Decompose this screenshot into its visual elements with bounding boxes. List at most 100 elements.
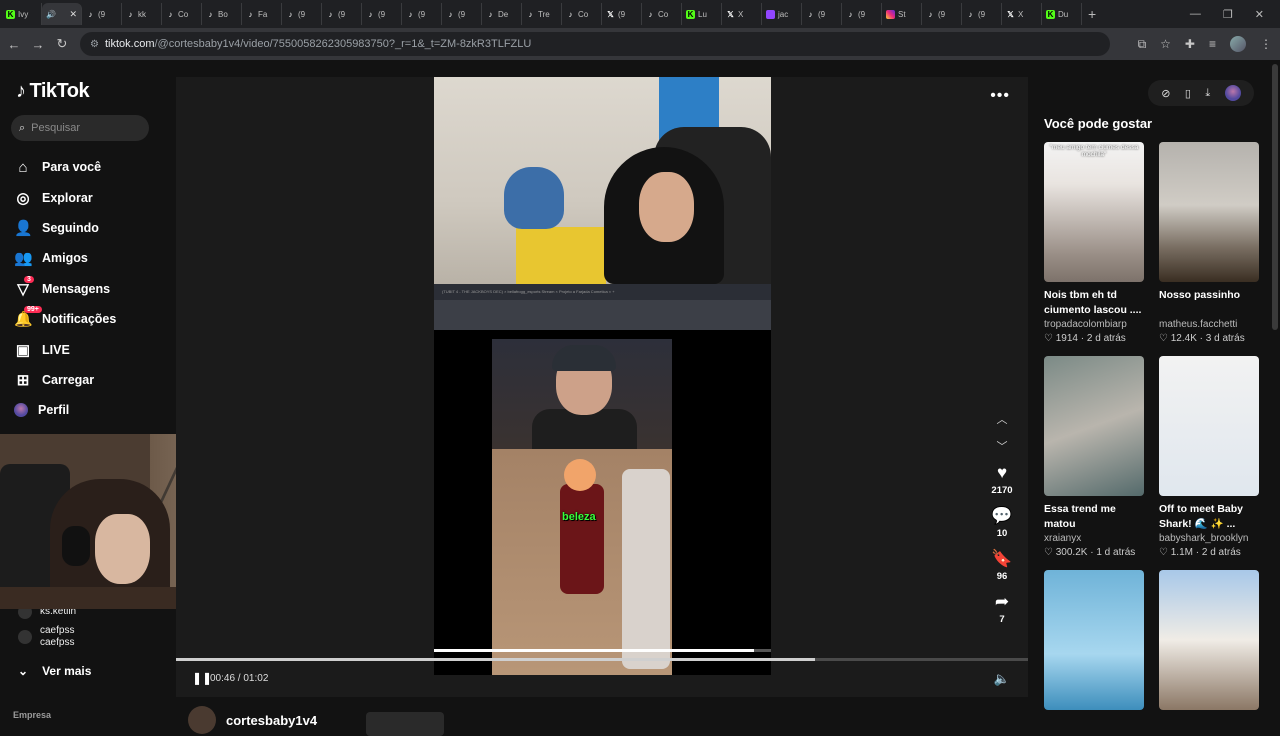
sidebar-item-upload[interactable]: ⊞ Carregar (14, 365, 116, 395)
site-info-icon[interactable]: ⚙ (90, 39, 99, 50)
share-button[interactable]: ➦ 7 (984, 592, 1020, 625)
comment-button[interactable]: 💬 10 (984, 506, 1020, 539)
recommended-video-card[interactable]: Nosso passinho matheus.facchetti ♡ 12.4K ·… (1159, 142, 1259, 344)
video-title[interactable]: Off to meet Baby Shark! 🌊 ✨ ... (1159, 502, 1259, 532)
see-more-button[interactable]: ⌄ Ver mais (18, 664, 91, 678)
video-title[interactable]: Nois tbm eh td ciumento lascou .... (1044, 288, 1144, 318)
install-app-icon[interactable]: ⧉ (1138, 37, 1147, 52)
browser-tab[interactable]: ♪ De (482, 3, 522, 25)
recommended-video-card[interactable]: "meu amigo tem ciúmes dessa mochila" Nois… (1044, 142, 1144, 344)
video-player[interactable]: (TUBIT 4 - THE JACKBOYS DEC) × bellafrog… (176, 77, 1028, 697)
recommended-video-card[interactable]: Off to meet Baby Shark! 🌊 ✨ ... babyshark… (1159, 356, 1259, 558)
coins-icon[interactable]: ⊘ (1161, 87, 1170, 100)
recommended-video-card[interactable]: Essa trend me matou xraianyx ♡ 300.2K · 1 … (1044, 356, 1144, 558)
browser-tab[interactable]: 🔊 ✕ (42, 3, 82, 25)
browser-menu-icon[interactable]: ⋮ (1260, 37, 1272, 51)
sidebar-item-following[interactable]: 👤 Seguindo (14, 213, 116, 243)
maximize-icon[interactable]: ❐ (1223, 8, 1233, 21)
video-author[interactable]: tropadacolombiarp (1044, 319, 1144, 330)
browser-tab[interactable]: ♪ Bo (202, 3, 242, 25)
author-info[interactable]: cortesbaby1v4 (188, 706, 317, 734)
video-thumbnail[interactable] (1159, 142, 1259, 282)
browser-tab[interactable]: St (882, 3, 922, 25)
video-thumbnail[interactable] (1159, 570, 1259, 710)
browser-tab[interactable]: K Lu (682, 3, 722, 25)
sidebar-item-friends[interactable]: 👥 Amigos (14, 243, 116, 273)
browser-tab[interactable]: K Du (1042, 3, 1082, 25)
browser-tab[interactable]: jac (762, 3, 802, 25)
seek-bar[interactable] (176, 658, 1028, 661)
browser-tab[interactable]: 𝕏 (9 (602, 3, 642, 25)
minimize-icon[interactable]: — (1190, 8, 1201, 20)
sidebar-item-compass[interactable]: ◎ Explorar (14, 182, 116, 212)
tiktok-logo[interactable]: ♪ TikTok (16, 80, 90, 103)
search-input[interactable]: ⌕ Pesquisar (11, 115, 149, 141)
sidebar-item-profile[interactable]: Perfil (14, 395, 116, 425)
video-thumbnail[interactable]: "meu amigo tem ciúmes dessa mochila" (1044, 142, 1144, 282)
browser-tab[interactable]: ♪ (9 (322, 3, 362, 25)
browser-tab[interactable]: 𝕏X (1002, 3, 1042, 25)
video-title[interactable]: Essa trend me matou (1044, 502, 1144, 532)
video-thumbnail[interactable] (1044, 356, 1144, 496)
media-controls-icon[interactable]: ≡ (1209, 37, 1216, 51)
extensions-icon[interactable]: ✚ (1185, 37, 1195, 51)
browser-tab[interactable]: ♪ (9 (802, 3, 842, 25)
page-scrollbar[interactable] (1272, 64, 1278, 330)
browser-tab[interactable]: ♪ (9 (282, 3, 322, 25)
browser-tab[interactable]: ♪ (9 (362, 3, 402, 25)
tiktok-favicon-icon: ♪ (848, 9, 853, 19)
video-frame[interactable]: (TUBIT 4 - THE JACKBOYS DEC) × bellafrog… (434, 77, 771, 675)
browser-tab[interactable]: ♪ (9 (962, 3, 1002, 25)
footer-company[interactable]: Empresa (13, 710, 51, 720)
more-options-icon[interactable]: ••• (990, 87, 1010, 105)
bookmark-star-icon[interactable]: ☆ (1160, 37, 1171, 51)
browser-tab[interactable]: ♪ (9 (402, 3, 442, 25)
close-window-icon[interactable]: ✕ (1255, 8, 1264, 21)
like-button[interactable]: ♥ 2170 (984, 463, 1020, 496)
recommended-video-card[interactable] (1044, 570, 1144, 710)
browser-tab[interactable]: ♪ Fa (242, 3, 282, 25)
volume-icon[interactable]: 🔈 (994, 671, 1010, 687)
browser-tab[interactable]: ♪ (9 (82, 3, 122, 25)
video-title[interactable]: Nosso passinho (1159, 288, 1259, 318)
browser-tab[interactable]: ♪ Co (562, 3, 602, 25)
video-author[interactable]: matheus.facchetti (1159, 319, 1259, 330)
back-icon[interactable]: ← (2, 37, 26, 52)
video-author[interactable]: xraianyx (1044, 533, 1144, 544)
browser-tab[interactable]: ♪ (9 (922, 3, 962, 25)
save-button[interactable]: 🔖 96 (984, 549, 1020, 582)
video-author[interactable]: babyshark_brooklyn (1159, 533, 1259, 544)
video-thumbnail[interactable] (1044, 570, 1144, 710)
url-input[interactable]: ⚙ tiktok.com /@cortesbaby1v4/video/75500… (80, 32, 1110, 56)
tiktok-favicon-icon: ♪ (568, 9, 573, 19)
browser-tab[interactable]: ♪ (9 (442, 3, 482, 25)
sidebar-item-notifications[interactable]: 🔔 99+ Notificações (14, 304, 116, 334)
browser-tab[interactable]: ♪ Co (642, 3, 682, 25)
sidebar-item-messages[interactable]: ▽ 3 Mensagens (14, 274, 116, 304)
following-account[interactable]: caefpss caefpss (18, 625, 76, 649)
user-avatar[interactable] (1224, 85, 1241, 101)
browser-tab[interactable]: ♪ Tre (522, 3, 562, 25)
close-tab-icon[interactable]: ✕ (69, 9, 77, 20)
recommended-video-card[interactable] (1159, 570, 1259, 710)
next-video-icon[interactable]: ﹀ (993, 434, 1011, 461)
browser-profile-avatar[interactable] (1230, 36, 1246, 52)
browser-tab-label: (9 (378, 9, 386, 19)
browser-tab[interactable]: ♪ (9 (842, 3, 882, 25)
browser-tab[interactable]: ♪ Co (162, 3, 202, 25)
author-avatar[interactable] (188, 706, 216, 734)
previous-video-icon[interactable]: ︿ (993, 407, 1011, 434)
browser-tab[interactable]: 𝕏X (722, 3, 762, 25)
reload-icon[interactable]: ↻ (50, 36, 74, 52)
sidebar-item-live[interactable]: ▣ LIVE (14, 334, 116, 364)
browser-tab[interactable]: ♪ kk (122, 3, 162, 25)
browser-tab[interactable]: K Ivy (2, 3, 42, 25)
download-icon[interactable]: ⤓ (1205, 87, 1210, 100)
author-name[interactable]: cortesbaby1v4 (226, 713, 317, 728)
new-tab-icon[interactable]: + (1088, 6, 1096, 22)
mobile-app-icon[interactable]: ▯ (1185, 87, 1191, 100)
sidebar-item-home[interactable]: ⌂ Para você (14, 152, 116, 182)
forward-icon[interactable]: → (26, 37, 50, 52)
video-thumbnail[interactable] (1159, 356, 1259, 496)
follow-button[interactable] (366, 712, 444, 736)
